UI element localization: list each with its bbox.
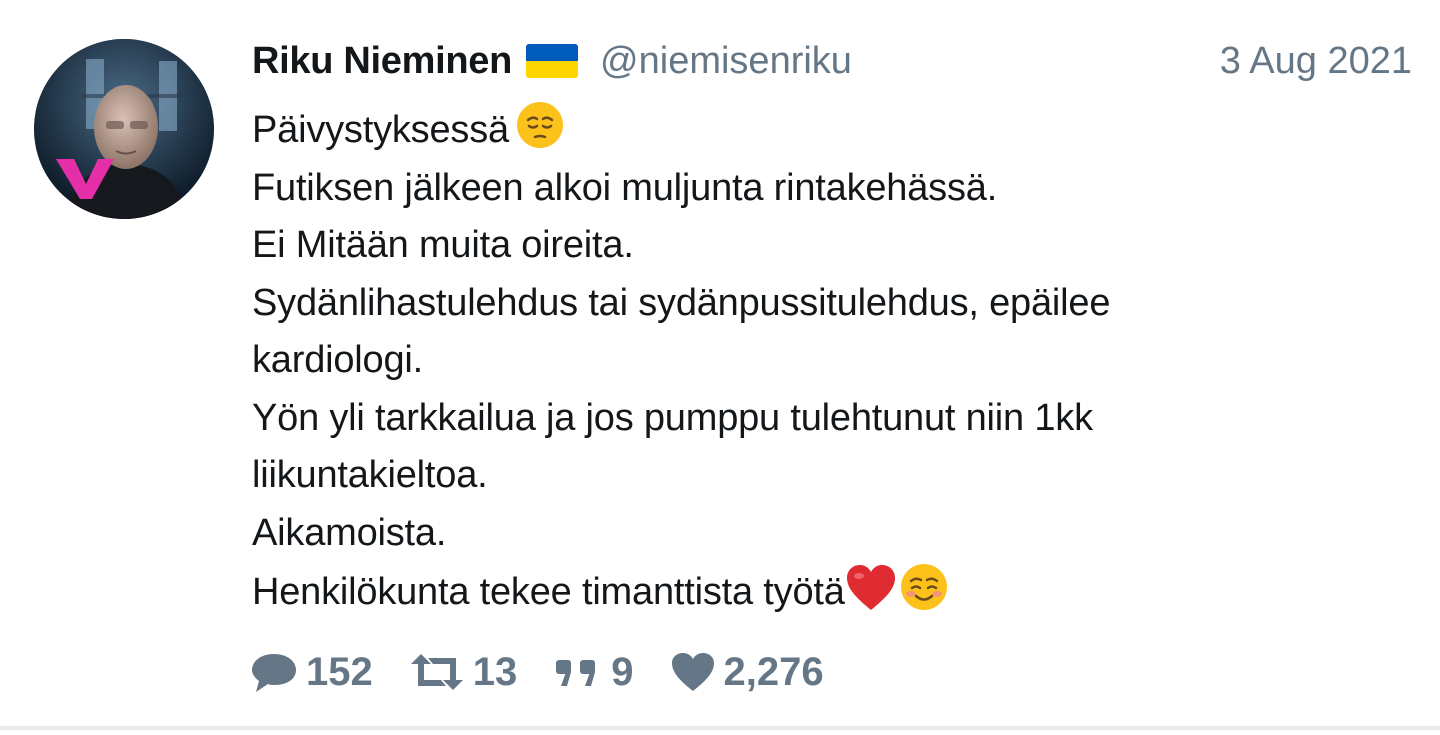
tweet-date[interactable]: 3 Aug 2021 [1220,40,1412,83]
retweet-button[interactable]: 13 [409,649,518,695]
quote-count: 9 [611,649,634,694]
tweet-header: Riku Nieminen @niemisenriku 3 Aug 2021 [252,36,1412,86]
tweet-line-text: Päivystyksessä [252,109,509,151]
tweet-line: Henkilökunta tekee timanttista työtä [252,562,1402,622]
author-handle[interactable]: @niemisenriku [600,40,852,83]
heart-icon [671,653,714,691]
tweet-line-text: Henkilökunta tekee timanttista työtä [252,571,845,613]
tweet-line: kardiologi. [252,339,424,381]
quote-icon [556,660,596,686]
tweet-card[interactable]: Riku Nieminen @niemisenriku 3 Aug 2021 P… [0,0,1440,730]
reply-count: 152 [306,649,373,694]
tweet-line: Sydänlihastulehdus tai sydänpussitulehdu… [252,281,1111,324]
author-display-name[interactable]: Riku Nieminen [252,40,512,83]
tweet-actions: 152 13 9 2,276 [250,645,860,699]
tweet-line: Päivystyksessä [252,100,1402,160]
tweet-line: Ei Mitään muita oireita. [252,224,634,266]
ukraine-flag-icon [526,44,579,78]
tweet-text: Päivystyksessä Futiksen jälkeen alkoi mu… [252,100,1402,622]
pensive-face-emoji-icon [515,100,565,150]
tweet-line: Futiksen jälkeen alkoi muljunta rintakeh… [252,166,998,209]
like-button[interactable]: 2,276 [670,650,824,695]
tweet-line: Aikamoista. [252,511,447,554]
red-heart-emoji-icon [845,564,897,612]
retweet-icon [410,654,463,690]
avatar[interactable] [34,39,214,219]
avatar-image [34,39,214,219]
smiling-face-emoji-icon [899,562,949,612]
tweet-line: Yön yli tarkkailua ja jos pumppu tulehtu… [252,396,1093,439]
quote-button[interactable]: 9 [553,649,634,695]
retweet-count: 13 [472,649,518,694]
reply-icon [252,654,296,692]
tweet-line: liikuntakieltoa. [252,454,488,496]
reply-button[interactable]: 152 [250,650,373,695]
like-count: 2,276 [723,649,824,694]
